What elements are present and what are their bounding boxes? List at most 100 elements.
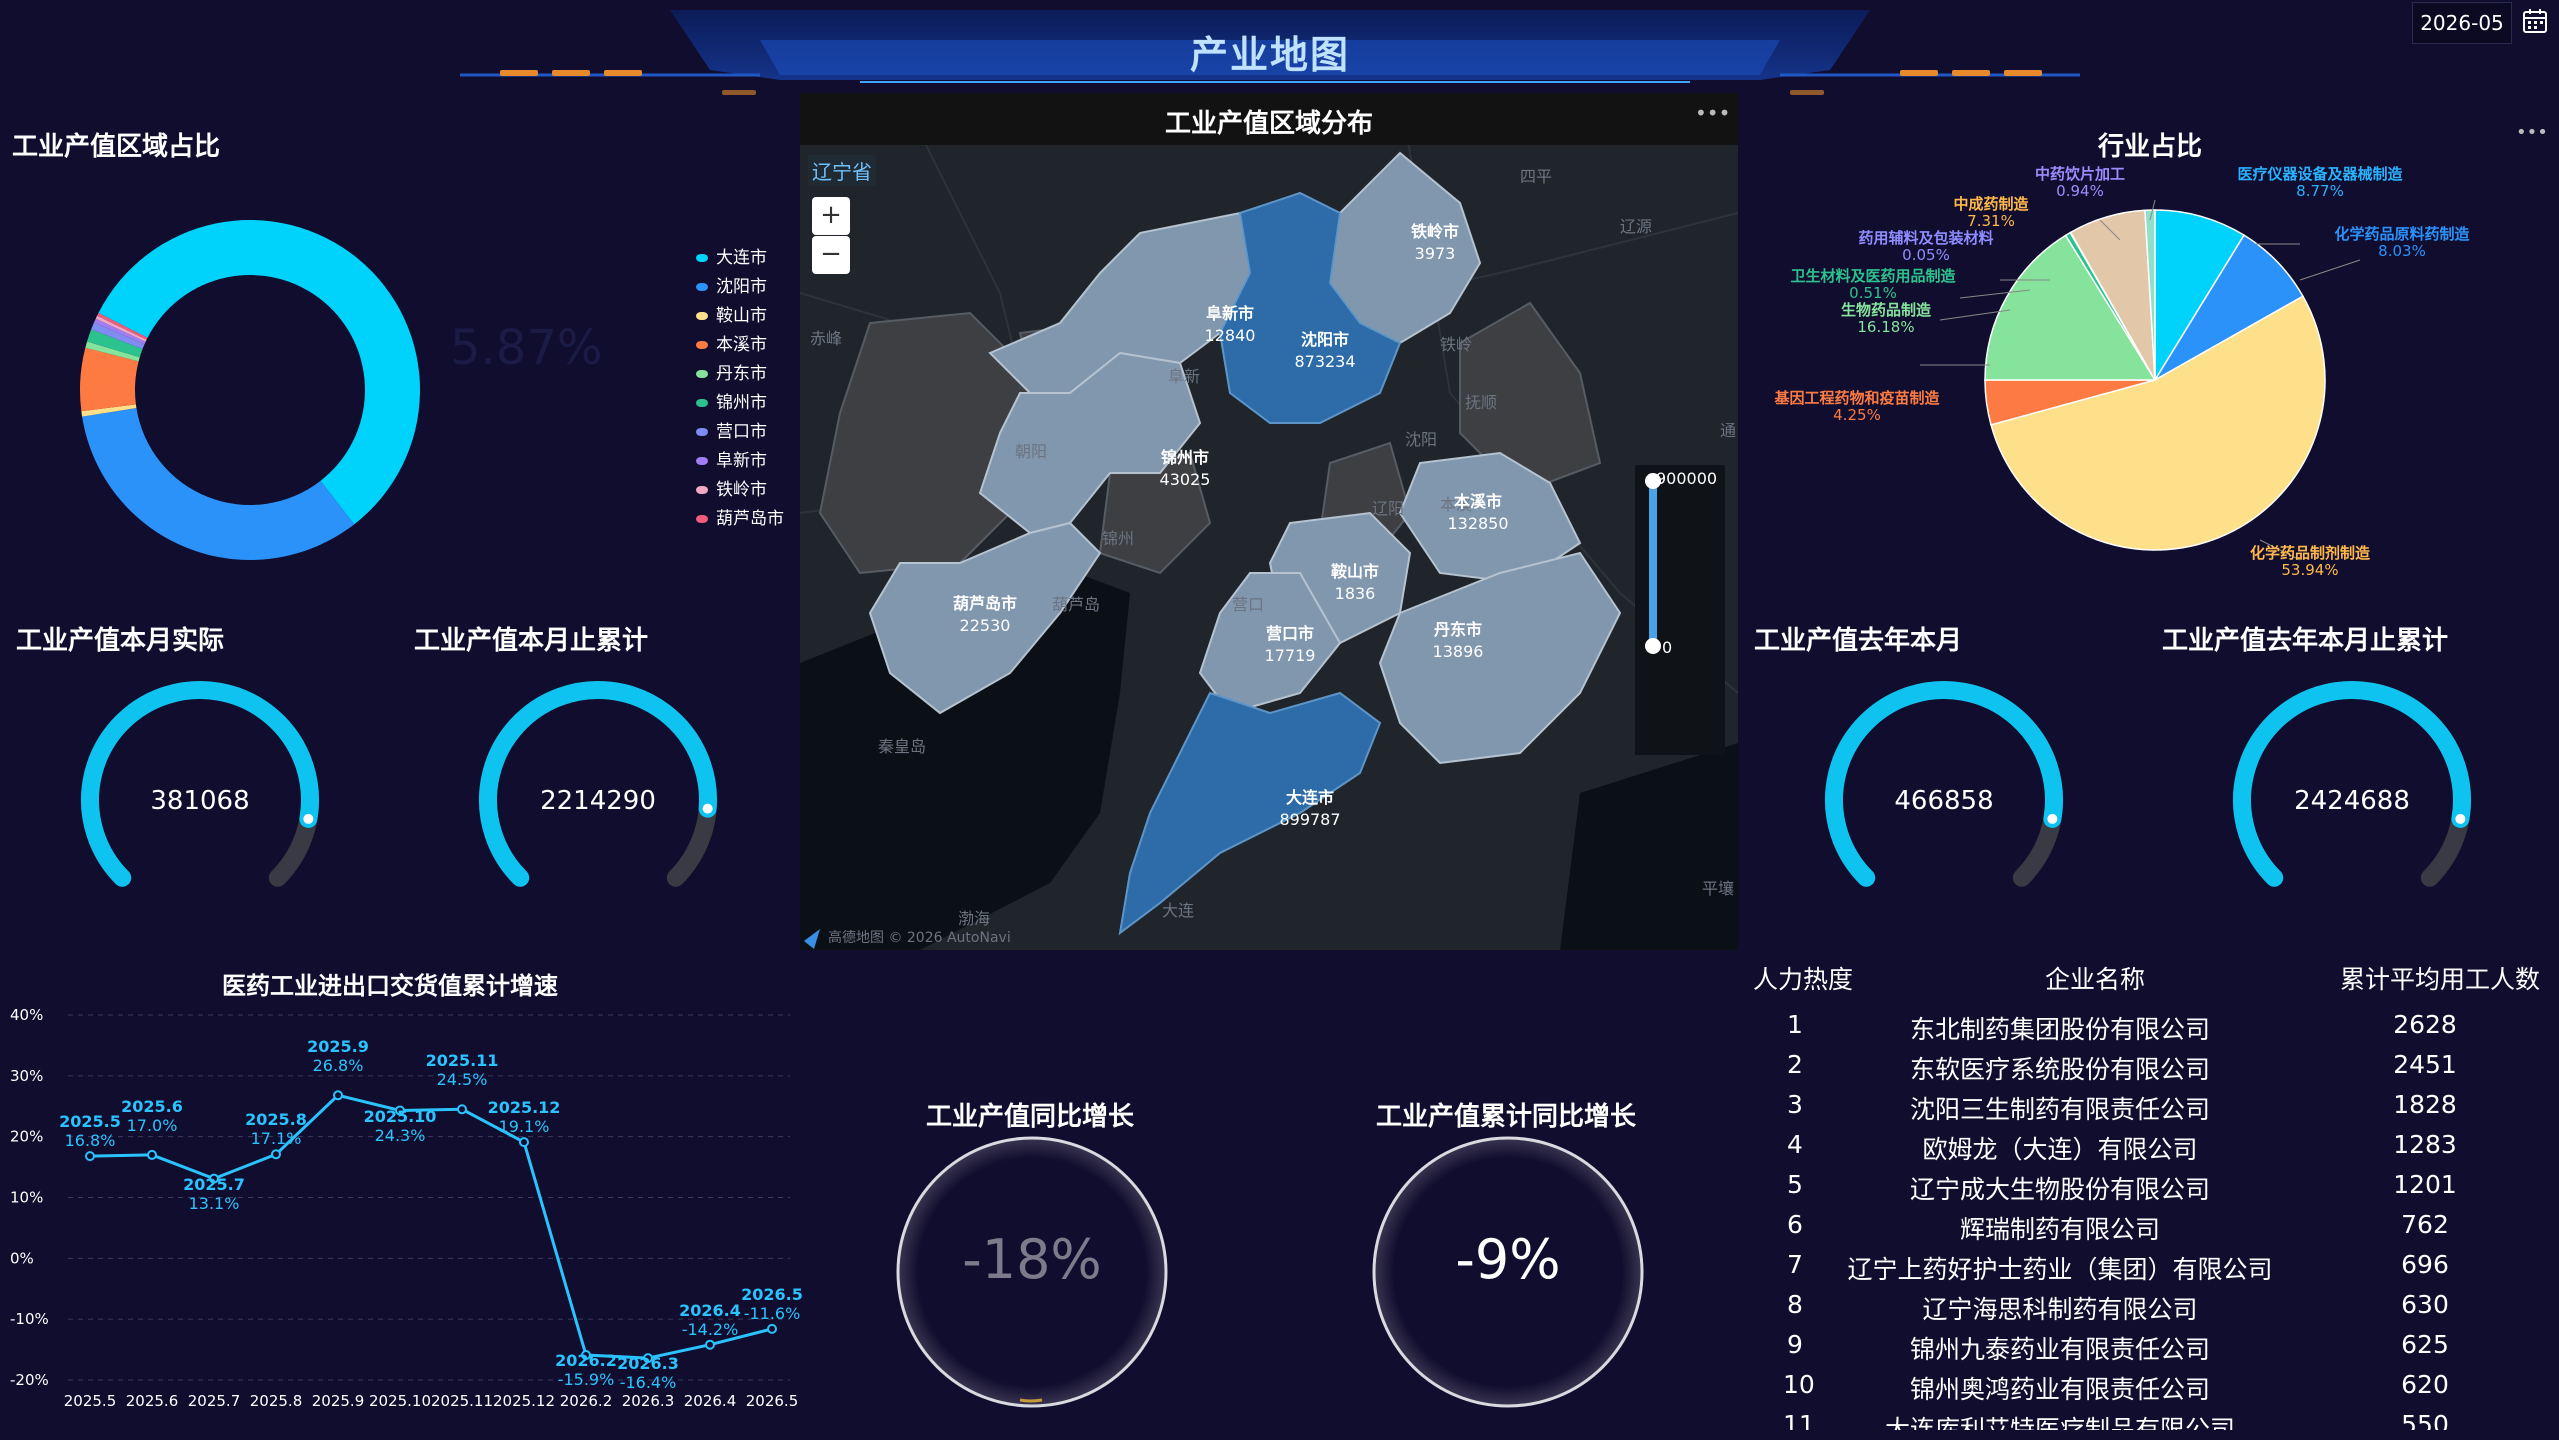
- gauge-knob: [2455, 813, 2466, 824]
- point-label: 2025.6 17.0%: [121, 1096, 183, 1135]
- table-cell-company: 沈阳三生制药有限责任公司: [1909, 1095, 2210, 1124]
- zoom-in-button[interactable]: +: [812, 197, 850, 235]
- city-label-huludao: 葫芦岛市 22530: [952, 594, 1017, 635]
- more-icon[interactable]: •••: [1695, 101, 1730, 125]
- table-cell-company: 东北制药集团股份有限公司: [1909, 1015, 2210, 1044]
- x-tick-label: 2026.2: [560, 1392, 613, 1410]
- legend-marker: [696, 341, 708, 349]
- y-tick-label: 0%: [10, 1249, 34, 1267]
- table-header-workers[interactable]: 累计平均用工人数: [2340, 960, 2540, 996]
- legend-label: 阜新市: [716, 451, 767, 471]
- geo-label: 四平: [1520, 167, 1553, 186]
- x-tick-label: 2025.12: [493, 1392, 555, 1410]
- table-row[interactable]: 1 东北制药集团股份有限公司 2628: [1745, 1010, 2559, 1050]
- table-row[interactable]: 5 辽宁成大生物股份有限公司 1201: [1745, 1170, 2559, 1210]
- date-picker[interactable]: 2026-05: [2412, 2, 2512, 44]
- geo-label: 锦州: [1102, 529, 1135, 548]
- line-point: [333, 1090, 343, 1101]
- geo-label: 赤峰: [810, 329, 843, 348]
- gauge-knob: [303, 813, 314, 824]
- geo-label: 阜新: [1168, 367, 1201, 386]
- legend-marker: [696, 283, 708, 291]
- company-table: 人力热度 企业名称 累计平均用工人数 1 东北制药集团股份有限公司 2628 2 东软医…: [1745, 950, 2559, 1430]
- table-cell-rank: 11: [1783, 1410, 1815, 1430]
- pie-label-8: 中药饮片加工 0.94%: [2034, 165, 2125, 200]
- gauge-value-month-cumulative: 2214290: [540, 786, 656, 816]
- zoom-out-button[interactable]: −: [812, 236, 850, 274]
- legend-label: 葫芦岛市: [716, 509, 784, 529]
- table-cell-company: 辉瑞制药有限公司: [1959, 1215, 2160, 1244]
- table-row[interactable]: 2 东软医疗系统股份有限公司 2451: [1745, 1050, 2559, 1090]
- gauge-title-month-actual: 工业产值本月实际: [16, 626, 225, 656]
- gauge-title-lastyear-month: 工业产值去年本月: [1754, 626, 1963, 656]
- city-label-dalian: 大连市 899787: [1279, 788, 1341, 829]
- pie-label-6: 药用辅料及包装材料 0.05%: [1858, 229, 1994, 264]
- geo-label: 辽源: [1620, 217, 1653, 236]
- table-cell-company: 欧姆龙（大连）有限公司: [1922, 1135, 2198, 1164]
- table-cell-workers: 550: [2401, 1410, 2449, 1430]
- table-row[interactable]: 11 大连库利艾特医疗制品有限公司 550: [1745, 1410, 2559, 1430]
- geo-label: 抚顺: [1465, 393, 1498, 412]
- map-attribution: 高德地图 © 2026 AutoNavi: [828, 930, 1011, 946]
- pie-chart[interactable]: [1700, 140, 2550, 600]
- table-header-rank[interactable]: 人力热度: [1753, 960, 1853, 996]
- gauge-value-lastyear-month: 466858: [1894, 786, 1994, 816]
- geo-label: 营口: [1232, 595, 1265, 614]
- table-row[interactable]: 3 沈阳三生制药有限责任公司 1828: [1745, 1090, 2559, 1130]
- map-legend-min: 0: [1662, 638, 1673, 657]
- table-cell-rank: 2: [1787, 1050, 1803, 1079]
- table-cell-rank: 7: [1787, 1250, 1803, 1279]
- line-point: [457, 1104, 467, 1115]
- x-tick-label: 2026.3: [622, 1392, 675, 1410]
- table-header-company[interactable]: 企业名称: [2045, 960, 2145, 996]
- x-tick-label: 2025.5: [64, 1392, 117, 1410]
- legend-item[interactable]: 鞍山市: [696, 304, 767, 328]
- table-cell-company: 辽宁海思科制药有限公司: [1922, 1295, 2198, 1324]
- legend-item[interactable]: 丹东市: [696, 362, 767, 386]
- legend-item[interactable]: 本溪市: [696, 333, 767, 357]
- city-label-anshan: 鞍山市 1836: [1330, 562, 1379, 603]
- point-label: 2026.5 -11.6%: [741, 1284, 803, 1323]
- map-panel[interactable]: 工业产值区域分布 ••• 辽宁省 + − 900000 0 高德地图 © 202…: [800, 93, 1738, 950]
- table-row[interactable]: 10 锦州奥鸿药业有限责任公司 620: [1745, 1370, 2559, 1410]
- table-row[interactable]: 8 辽宁海思科制药有限公司 630: [1745, 1290, 2559, 1330]
- line-point: [147, 1149, 157, 1160]
- donut-chart[interactable]: [60, 200, 440, 580]
- legend-item[interactable]: 营口市: [696, 420, 767, 444]
- city-label-jinzhou: 锦州市 43025: [1159, 448, 1211, 489]
- donut-hover-label: 5.87%: [450, 320, 603, 376]
- gauge-knob: [2047, 813, 2058, 824]
- table-row[interactable]: 7 辽宁上药好护士药业（集团）有限公司 696: [1745, 1250, 2559, 1290]
- line-point: [519, 1137, 529, 1148]
- geo-label: 葫芦岛: [1052, 595, 1101, 614]
- line-point: [85, 1151, 95, 1162]
- pie-label-5: 卫生材料及医药用品制造 0.51%: [1790, 267, 1956, 302]
- legend-item[interactable]: 大连市: [696, 246, 767, 270]
- legend-marker: [696, 457, 708, 465]
- yoy-growth-value: -18%: [962, 1228, 1102, 1291]
- table-cell-workers: 1283: [2393, 1130, 2457, 1159]
- table-cell-workers: 696: [2401, 1250, 2449, 1279]
- geo-label: 渤海: [958, 909, 991, 928]
- geo-label: 平壤: [1702, 879, 1735, 898]
- x-tick-label: 2026.5: [746, 1392, 799, 1410]
- legend-item[interactable]: 阜新市: [696, 449, 767, 473]
- legend-item[interactable]: 沈阳市: [696, 275, 767, 299]
- legend-item[interactable]: 葫芦岛市: [696, 507, 784, 531]
- table-row[interactable]: 9 锦州九泰药业有限责任公司 625: [1745, 1330, 2559, 1370]
- table-row[interactable]: 6 辉瑞制药有限公司 762: [1745, 1210, 2559, 1250]
- pie-label-1: 化学药品原料药制造 8.03%: [2334, 225, 2470, 260]
- calendar-icon[interactable]: [2522, 8, 2548, 34]
- table-cell-workers: 1828: [2393, 1090, 2457, 1119]
- legend-item[interactable]: 锦州市: [696, 391, 767, 415]
- x-tick-label: 2025.11: [431, 1392, 493, 1410]
- x-tick-label: 2025.9: [312, 1392, 365, 1410]
- map-region-tag[interactable]: 辽宁省: [808, 155, 876, 186]
- pie-label-2: 化学药品制剂制造 53.94%: [2249, 544, 2370, 579]
- legend-item[interactable]: 铁岭市: [696, 478, 767, 502]
- x-tick-label: 2025.10: [369, 1392, 431, 1410]
- table-row[interactable]: 4 欧姆龙（大连）有限公司 1283: [1745, 1130, 2559, 1170]
- table-cell-rank: 1: [1787, 1010, 1803, 1039]
- y-tick-label: 20%: [10, 1128, 43, 1146]
- point-label: 2025.12 19.1%: [487, 1098, 561, 1137]
